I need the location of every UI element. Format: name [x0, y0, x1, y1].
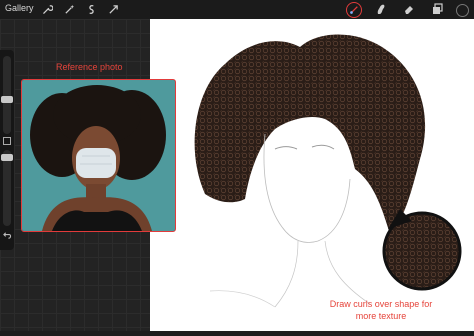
wrench-icon[interactable] — [40, 2, 54, 16]
undo-icon[interactable] — [2, 230, 12, 240]
brush-size-slider[interactable] — [1, 56, 13, 134]
reference-photo-label: Reference photo — [56, 62, 123, 72]
eraser-icon[interactable] — [402, 2, 416, 16]
annotation-text: Draw curls over shape for more texture — [329, 299, 433, 321]
color-swatch[interactable] — [456, 4, 469, 17]
transform-icon[interactable] — [106, 2, 120, 16]
reference-portrait-image — [22, 80, 175, 231]
layers-icon[interactable] — [430, 2, 444, 16]
brush-opacity-slider[interactable] — [1, 150, 13, 226]
brush-size-thumb[interactable] — [1, 96, 13, 103]
reference-photo[interactable] — [21, 79, 176, 232]
brush-icon[interactable] — [346, 2, 362, 18]
drawing-canvas[interactable] — [150, 19, 474, 331]
hair-drawing — [194, 34, 462, 308]
brush-opacity-thumb[interactable] — [1, 154, 13, 161]
selection-icon[interactable] — [84, 2, 98, 16]
gallery-button[interactable]: Gallery — [5, 3, 34, 13]
magic-wand-icon[interactable] — [62, 2, 76, 16]
top-toolbar: Gallery — [0, 0, 474, 20]
smudge-icon[interactable] — [374, 2, 388, 16]
left-sidebar — [0, 50, 14, 250]
modify-button-icon[interactable] — [2, 136, 12, 146]
